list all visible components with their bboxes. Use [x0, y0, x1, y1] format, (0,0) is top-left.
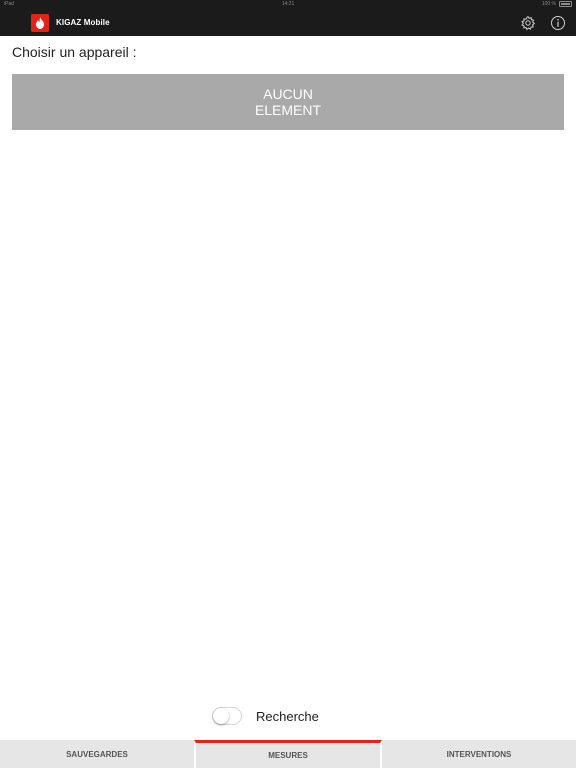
- battery-indicator: 100 %: [542, 0, 572, 8]
- info-icon[interactable]: [550, 15, 566, 31]
- battery-percent: 100 %: [541, 1, 556, 7]
- tab-sauvegardes[interactable]: SAUVEGARDES: [0, 740, 194, 768]
- empty-line-1: AUCUN: [263, 86, 313, 102]
- empty-line-2: ELEMENT: [254, 102, 322, 118]
- clock: 14:21: [281, 1, 295, 7]
- toggle-knob: [213, 708, 229, 724]
- tab-mesures[interactable]: MESURES: [194, 740, 382, 768]
- flame-logo-icon: [31, 14, 49, 32]
- app-title: KIGAZ Mobile: [56, 18, 110, 27]
- device-list-empty: AUCUN ELEMENT: [12, 74, 564, 130]
- search-toggle-row: Recherche: [212, 706, 319, 726]
- battery-icon: [559, 1, 572, 7]
- status-bar: iPad 14:21 100 %: [0, 0, 576, 8]
- tab-interventions[interactable]: INTERVENTIONS: [382, 740, 576, 768]
- settings-gear-icon[interactable]: [520, 15, 536, 31]
- bottom-tab-bar: SAUVEGARDES MESURES INTERVENTIONS: [0, 740, 576, 768]
- search-toggle-label: Recherche: [256, 708, 319, 724]
- top-bar: iPad 14:21 100 % KIGAZ Mobile: [0, 0, 576, 36]
- search-toggle[interactable]: [212, 707, 242, 725]
- choose-device-label: Choisir un appareil :: [12, 44, 137, 60]
